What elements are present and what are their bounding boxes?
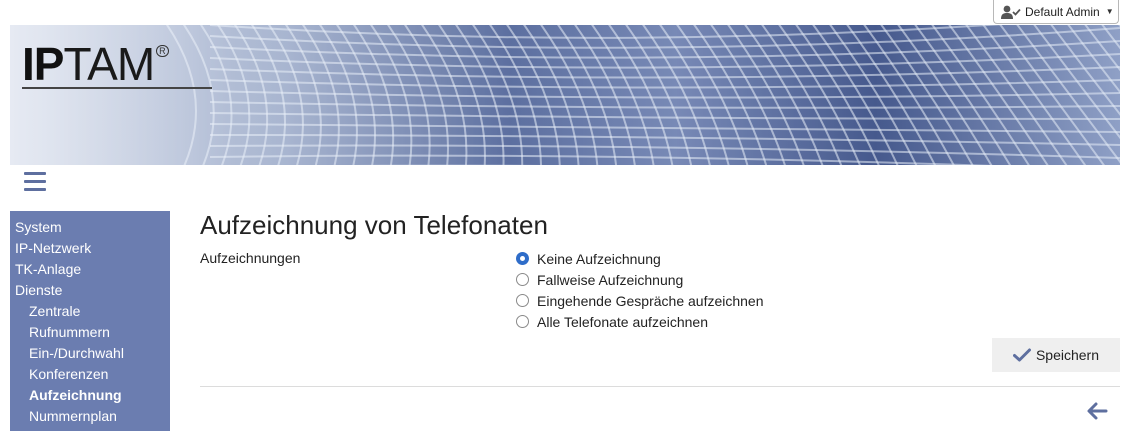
checkmark-icon bbox=[1012, 348, 1031, 362]
banner-grid-image bbox=[10, 25, 1120, 165]
radio-checked[interactable] bbox=[516, 252, 529, 265]
recording-option-label: Fallweise Aufzeichnung bbox=[537, 271, 684, 288]
content-divider bbox=[200, 386, 1120, 387]
radio-unchecked[interactable] bbox=[516, 315, 529, 328]
hamburger-menu-icon[interactable] bbox=[24, 172, 46, 192]
sidebar-item-aufzeichnung[interactable]: Aufzeichnung bbox=[10, 385, 170, 406]
recording-option[interactable]: Keine Aufzeichnung bbox=[516, 248, 764, 269]
recording-radio-group: Keine Aufzeichnung Fallweise Aufzeichnung… bbox=[516, 248, 764, 332]
back-arrow-icon[interactable] bbox=[1086, 401, 1108, 421]
recording-option-label: Alle Telefonate aufzeichnen bbox=[537, 313, 708, 330]
sidebar-item-ein-durchwahl[interactable]: Ein-/Durchwahl bbox=[10, 343, 170, 364]
sidebar-item-zentrale[interactable]: Zentrale bbox=[10, 301, 170, 322]
sidebar-nav: System IP-Netzwerk TK-Anlage Dienste Zentral… bbox=[10, 211, 170, 431]
caret-down-icon: ▼ bbox=[1105, 7, 1114, 16]
recording-field-label: Aufzeichnungen bbox=[200, 250, 301, 266]
logo-text-bold: IP bbox=[22, 38, 64, 90]
sidebar-item-rufnummern[interactable]: Rufnummern bbox=[10, 322, 170, 343]
recording-option-label: Keine Aufzeichnung bbox=[537, 250, 661, 267]
sidebar-item-system[interactable]: System bbox=[10, 217, 170, 238]
logo-underline bbox=[22, 87, 212, 89]
radio-unchecked[interactable] bbox=[516, 273, 529, 286]
recording-option[interactable]: Eingehende Gespräche aufzeichnen bbox=[516, 290, 764, 311]
recording-option[interactable]: Alle Telefonate aufzeichnen bbox=[516, 311, 764, 332]
sidebar-item-ip-netzwerk[interactable]: IP-Netzwerk bbox=[10, 238, 170, 259]
logo-registered-mark: R bbox=[156, 45, 169, 57]
user-check-icon bbox=[1001, 5, 1021, 19]
sidebar-item-dienste[interactable]: Dienste bbox=[10, 280, 170, 301]
header-banner: IPTAM R bbox=[10, 25, 1120, 165]
recording-option-label: Eingehende Gespräche aufzeichnen bbox=[537, 292, 764, 309]
sidebar-item-konferenzen[interactable]: Konferenzen bbox=[10, 364, 170, 385]
sidebar-item-nummernplan[interactable]: Nummernplan bbox=[10, 406, 170, 427]
user-menu-button[interactable]: Default Admin ▼ bbox=[993, 0, 1119, 24]
recording-option[interactable]: Fallweise Aufzeichnung bbox=[516, 269, 764, 290]
save-button-label: Speichern bbox=[1035, 347, 1100, 363]
iptam-logo: IPTAM R bbox=[22, 41, 169, 87]
logo-text-thin: TAM bbox=[63, 38, 155, 90]
save-button[interactable]: Speichern bbox=[992, 338, 1120, 372]
radio-unchecked[interactable] bbox=[516, 294, 529, 307]
sidebar-item-tk-anlage[interactable]: TK-Anlage bbox=[10, 259, 170, 280]
user-menu-label: Default Admin bbox=[1025, 4, 1100, 19]
page-title: Aufzeichnung von Telefonaten bbox=[200, 210, 548, 240]
